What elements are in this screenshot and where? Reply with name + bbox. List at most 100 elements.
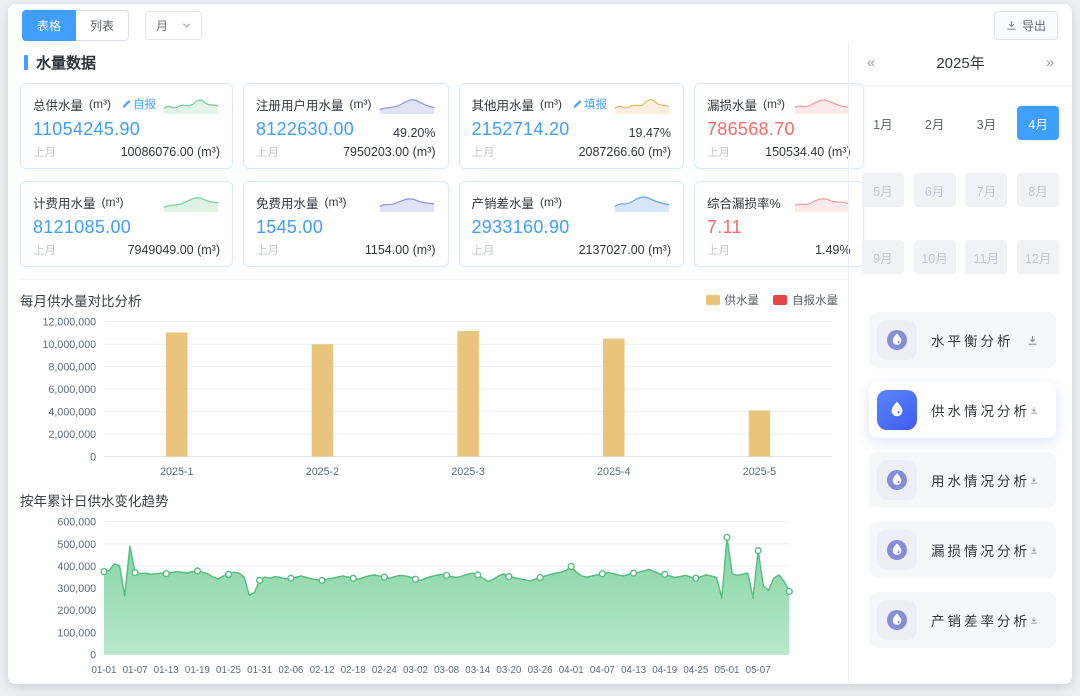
card-value: 8122630.00 [256,119,354,140]
card-unit: (m³) [325,195,347,209]
month-cell[interactable]: 12月 [1017,240,1059,274]
svg-text:0: 0 [90,451,96,463]
sparkline [793,93,851,115]
section-header: 水量数据 [18,44,848,81]
stat-card-leakage-rate[interactable]: 综合漏损率% 7.11 上月 1.49% [694,181,864,267]
svg-text:02-12: 02-12 [310,665,335,676]
period-select[interactable]: 月 [145,11,202,40]
calendar-year: 2025年 [879,52,1042,73]
app-window: 表格 列表 月 导出 水量数据 总供水量 [0,0,1080,696]
month-cell[interactable]: 2月 [914,106,956,140]
main-area: 水量数据 总供水量 (m³) 自报 [8,42,1072,684]
legend-item[interactable]: 自报水量 [773,292,838,308]
card-unit: (m³) [540,97,562,111]
tag-label: 自报 [133,96,156,112]
month-cell[interactable]: 3月 [965,106,1007,140]
month-cell[interactable]: 1月 [862,106,904,140]
prev-month-value: 150534.40 (m³) [765,145,850,159]
prev-month-value: 7949049.00 (m³) [128,243,220,257]
svg-text:01-31: 01-31 [247,665,272,676]
svg-text:2025-4: 2025-4 [597,466,630,478]
legend-swatch [773,295,787,305]
water-drop-icon [877,530,917,570]
stat-card-other-usage[interactable]: 其他用水量 (m³) 填报 2152714.20 19.47% 上月 [459,83,685,169]
stat-card-free-usage[interactable]: 免费用水量 (m³) 1545.00 上月 1154 [243,181,449,267]
svg-text:2025-1: 2025-1 [160,466,193,478]
export-button[interactable]: 导出 [994,11,1058,40]
card-unit: (m³) [89,97,111,111]
nav-item-label: 产销差率分析 [931,610,1030,630]
month-cell[interactable]: 8月 [1017,173,1059,207]
card-value: 2152714.20 [472,119,570,140]
analysis-nav: 水平衡分析 供水情况分析 用水情况分析 [849,286,1072,648]
nav-leakage-analysis[interactable]: 漏损情况分析 [869,522,1056,578]
daily-supply-area-chart[interactable]: 0100,000200,000300,000400,000500,000600,… [18,512,844,680]
monthly-supply-bar-chart[interactable]: 02,000,0004,000,0006,000,0008,000,00010,… [18,312,844,484]
month-cell[interactable]: 9月 [862,240,904,274]
legend-item[interactable]: 供水量 [706,292,760,308]
month-cell[interactable]: 7月 [965,173,1007,207]
svg-text:04-19: 04-19 [652,665,677,676]
stat-card-total-supply[interactable]: 总供水量 (m³) 自报 11054245.90 [20,83,233,169]
page-title: 水量数据 [36,52,96,73]
download-icon[interactable] [1030,405,1038,416]
right-panel: « 2025年 » 1月 2月 3月 4月 5月 6月 7月 8月 9月 10月… [848,42,1072,684]
svg-text:2025-2: 2025-2 [306,466,339,478]
prev-month-label: 上月 [256,144,279,160]
stat-card-registered-usage[interactable]: 注册用户用水量 (m³) 8122630.00 49.20% 上月 [243,83,449,169]
prev-month-label: 上月 [472,242,495,258]
svg-text:04-01: 04-01 [559,665,584,676]
month-cell[interactable]: 5月 [862,173,904,207]
svg-text:300,000: 300,000 [57,583,96,595]
card-value: 2933160.90 [472,217,570,238]
fill-report-tag[interactable]: 填报 [572,96,607,112]
month-cell[interactable]: 10月 [914,240,956,274]
tab-table[interactable]: 表格 [22,10,76,41]
svg-text:01-25: 01-25 [216,665,242,676]
card-title: 注册用户用水量 [256,95,344,114]
edit-icon [572,99,582,109]
month-cell[interactable]: 11月 [965,240,1007,274]
month-cell[interactable]: 6月 [914,173,956,207]
prev-month-value: 1154.00 (m³) [365,243,436,257]
stat-card-leakage-volume[interactable]: 漏损水量 (m³) 786568.70 上月 150 [694,83,864,169]
download-icon[interactable] [1027,335,1038,346]
prev-month-value: 2087266.60 (m³) [579,145,671,159]
nav-supply-analysis[interactable]: 供水情况分析 [869,382,1056,438]
sparkline [378,191,436,213]
nav-usage-analysis[interactable]: 用水情况分析 [869,452,1056,508]
svg-text:04-07: 04-07 [590,665,615,676]
nav-water-balance-analysis[interactable]: 水平衡分析 [869,312,1056,368]
svg-text:400,000: 400,000 [57,561,96,573]
nav-nrw-rate-analysis[interactable]: 产销差率分析 [869,592,1056,648]
svg-text:01-19: 01-19 [185,665,210,676]
area-chart-title: 按年累计日供水变化趋势 [20,490,169,510]
card-title: 产销差水量 [472,193,535,212]
export-label: 导出 [1022,17,1046,34]
stat-card-nrw-volume[interactable]: 产销差水量 (m³) 2933160.90 上月 2 [459,181,685,267]
bar-chart-legend[interactable]: 供水量自报水量 [706,292,839,308]
svg-text:02-18: 02-18 [341,665,366,676]
card-unit: (m³) [540,195,562,209]
tab-list[interactable]: 列表 [76,10,129,41]
card-title: 免费用水量 [256,193,319,212]
nav-item-label: 水平衡分析 [931,330,1014,350]
download-icon[interactable] [1030,475,1038,486]
self-report-tag[interactable]: 自报 [121,96,156,112]
stat-card-billed-usage[interactable]: 计费用水量 (m³) 8121085.00 上月 7 [20,181,233,267]
download-icon[interactable] [1030,545,1038,556]
toolbar: 表格 列表 月 导出 [8,4,1072,42]
nav-item-label: 漏损情况分析 [931,540,1030,560]
prev-month-label: 上月 [33,144,56,160]
prev-year-arrow[interactable]: « [863,54,879,71]
download-icon[interactable] [1030,615,1038,626]
prev-month-value: 2137027.00 (m³) [579,243,671,257]
download-icon [1006,20,1017,31]
next-year-arrow[interactable]: » [1042,54,1058,71]
prev-month-label: 上月 [256,242,279,258]
chevron-down-icon [182,21,191,30]
water-drop-icon [877,320,917,360]
month-grid: 1月 2月 3月 4月 5月 6月 7月 8月 9月 10月 11月 12月 [849,86,1072,282]
month-cell[interactable]: 4月 [1017,106,1059,140]
card-title: 计费用水量 [33,193,96,212]
